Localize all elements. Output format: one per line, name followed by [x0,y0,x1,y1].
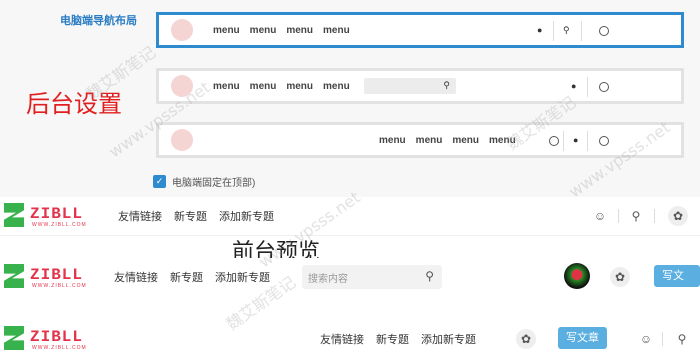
nav-item-new-topic[interactable]: 新专题 [376,331,409,347]
nav-layout-option-1[interactable]: menu menu menu menu ● ⚲ [156,12,684,48]
palette-icon[interactable]: ✿ [516,329,536,349]
checkbox-label: 电脑端固定在顶部) [172,178,256,189]
divider [662,332,663,346]
theme-icon [599,82,609,92]
nav-layout-option-2[interactable]: menu menu menu menu ⚲ ● [156,68,684,104]
search-icon: ⚲ [443,80,450,90]
menu-item: menu [379,135,406,146]
logo-mark [4,203,24,227]
logo-text: ZIBLL [30,328,84,346]
logo-placeholder [171,129,193,151]
menu-item: menu [489,135,516,146]
nav-item-friend-links[interactable]: 友情链接 [320,331,364,347]
user-icon: ● [573,135,579,145]
divider [553,21,554,41]
write-article-button[interactable]: 写文章 [558,327,607,349]
menu-item: menu [213,25,240,36]
section-label: 电脑端导航布局 [60,15,137,27]
checkbox[interactable]: ✓ [153,175,166,188]
palette-icon[interactable]: ✿ [610,267,630,287]
menu-row: menu menu menu menu [213,25,350,36]
divider [654,209,655,223]
nav-layout-option-3[interactable]: menu menu menu menu ● [156,122,684,158]
avatar[interactable] [564,263,590,289]
logo-text: ZIBLL [30,266,84,284]
front-navbar-3: ZIBLL WWW.ZIBLL.COM 友情链接 新专题 添加新专题 ✿ 写文章… [0,320,700,358]
front-navbar-2: ZIBLL WWW.ZIBLL.COM 友情链接 新专题 添加新专题 搜索内容 … [0,258,700,304]
theme-icon [599,136,609,146]
search-icon[interactable]: ⚲ [425,269,434,283]
divider [581,21,582,41]
theme-icon [599,26,609,36]
logo-subtext: WWW.ZIBLL.COM [32,222,87,228]
main-nav: 友情链接 新专题 添加新专题 [114,269,270,285]
menu-item: menu [249,81,277,92]
main-nav: 友情链接 新专题 添加新专题 [118,208,274,224]
logo-mark [4,264,24,288]
menu-item: menu [286,81,314,92]
theme-icon [549,136,559,146]
site-logo[interactable]: ZIBLL WWW.ZIBLL.COM [4,264,94,290]
palette-icon[interactable]: ✿ [668,206,688,226]
search-icon: ⚲ [563,25,570,35]
nav-item-new-topic[interactable]: 新专题 [170,269,203,285]
site-logo[interactable]: ZIBLL WWW.ZIBLL.COM [4,326,94,352]
divider [563,131,564,151]
menu-item: menu [323,25,350,36]
menu-item: menu [286,25,314,36]
divider [587,131,588,151]
fixed-top-option[interactable]: ✓ 电脑端固定在顶部) [153,174,255,189]
front-navbar-1: ZIBLL WWW.ZIBLL.COM 友情链接 新专题 添加新专题 ☺ ⚲ ✿ [0,197,700,236]
menu-item: menu [249,25,277,36]
user-icon[interactable]: ☺ [590,206,610,226]
search-icon[interactable]: ⚲ [672,329,692,349]
logo-placeholder [171,19,193,41]
logo-placeholder [171,75,193,97]
logo-mark [4,326,24,350]
menu-item: menu [213,81,240,92]
search-placeholder: 搜索内容 [308,274,348,285]
mini-search-bar: ⚲ [364,78,456,94]
site-logo[interactable]: ZIBLL WWW.ZIBLL.COM [4,203,94,229]
main-nav: 友情链接 新专题 添加新专题 [320,331,476,347]
search-icon[interactable]: ⚲ [626,206,646,226]
menu-item: menu [323,81,350,92]
admin-caption: 后台设置 [26,90,122,118]
logo-subtext: WWW.ZIBLL.COM [32,345,87,351]
nav-item-add-topic[interactable]: 添加新专题 [215,269,270,285]
logo-text: ZIBLL [30,205,84,223]
nav-item-friend-links[interactable]: 友情链接 [114,269,158,285]
nav-item-friend-links[interactable]: 友情链接 [118,208,162,224]
nav-item-new-topic[interactable]: 新专题 [174,208,207,224]
user-icon: ● [537,25,543,35]
search-input[interactable]: 搜索内容 ⚲ [302,265,442,289]
logo-subtext: WWW.ZIBLL.COM [32,283,87,289]
write-article-button[interactable]: 写文章 [654,265,700,304]
nav-item-add-topic[interactable]: 添加新专题 [219,208,274,224]
divider [618,209,619,223]
divider [587,77,588,97]
user-icon[interactable]: ☺ [636,329,656,349]
user-icon: ● [571,81,577,91]
menu-item: menu [452,135,480,146]
menu-row: menu menu menu menu [213,81,350,92]
menu-row: menu menu menu menu [379,135,516,146]
menu-item: menu [415,135,443,146]
nav-item-add-topic[interactable]: 添加新专题 [421,331,476,347]
